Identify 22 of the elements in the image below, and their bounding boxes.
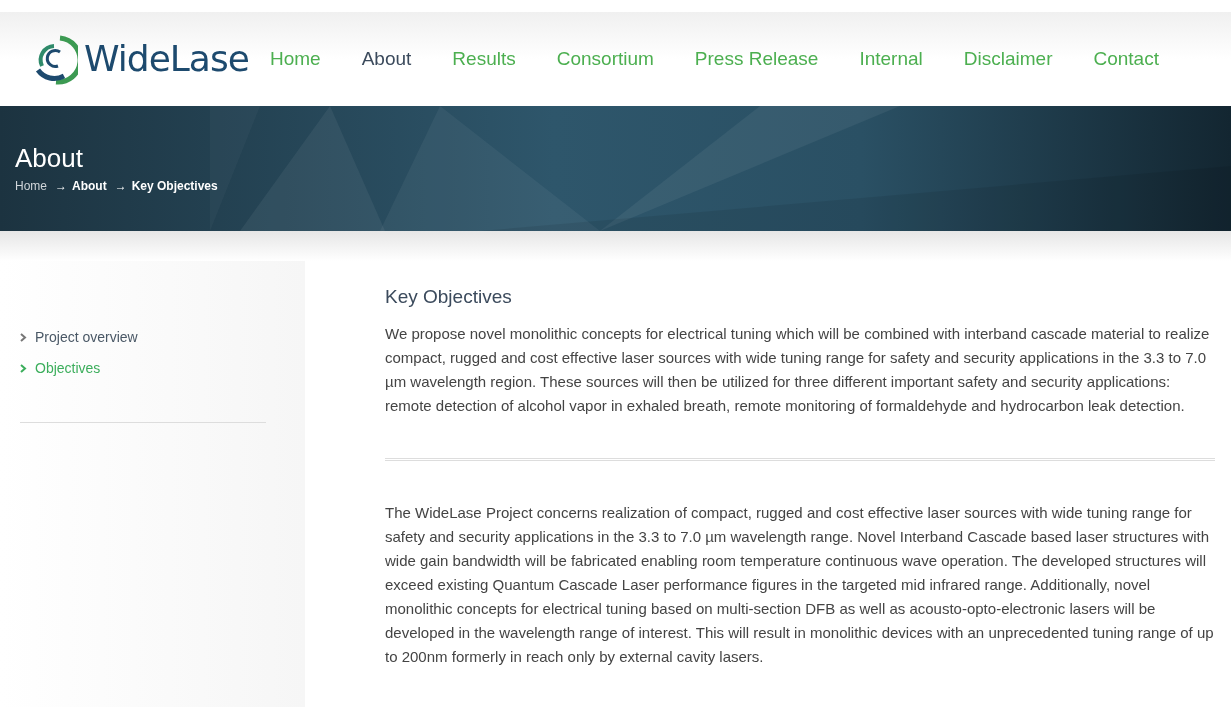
nav-link[interactable]: Consortium — [556, 44, 654, 74]
sidebar-item[interactable]: Project overview — [20, 327, 305, 348]
nav-link[interactable]: About — [361, 44, 412, 74]
content-heading: Key Objectives — [385, 285, 513, 309]
breadcrumb-separator: → — [114, 178, 127, 195]
nav-link[interactable]: Disclaimer — [963, 44, 1053, 74]
logo-text: WideLase — [84, 37, 249, 81]
page-title: About — [15, 142, 84, 174]
sidebar-item[interactable]: Objectives — [20, 358, 305, 379]
breadcrumb-link[interactable]: Home — [15, 177, 47, 195]
nav-link[interactable]: Contact — [1093, 44, 1159, 74]
nav-link[interactable]: Press Release — [694, 44, 819, 74]
chevron-right-icon — [20, 333, 27, 342]
nav-link[interactable]: Internal — [859, 44, 923, 74]
body-paragraph: The WideLase Project concerns realization of compact, rugged and cost effective laser sources with wide tuning range for safety and security applications in the 3.3 to 7.0 µm wavelength range. Novel Interband Cascade based laser structures with wide gain bandwidth will be fabricated enabling room temperature continuous wave operation. The developed structures will exceed existing Quantum Cascade Laser performance figures in the targeted mid infrared range. Additionally, novel monolithic concepts for electrical tuning based on multi-section DFB as well as acousto-opto-electronic lasers will be developed in the wavelength range of interest. This will result in monolithic devices with an unprecedented tuning range of up to 200nm formerly in reach only by external cavity lasers. — [385, 502, 1215, 667]
chevron-right-icon — [20, 364, 27, 373]
body-paragraph: We propose novel monolithic concepts for electrical tuning which will be combined with interband cascade material to realize compact, rugged and cost effective laser sources with wide tuning range for safety and security applications in the 3.3 to 7.0 µm wavelength region. These sources will then be utilized for three different important safety and security applications: remote detection of alcohol vapor in exhaled breath, remote monitoring of formaldehyde and hydrocarbon leak detection. — [385, 323, 1211, 416]
breadcrumb-link[interactable]: Key Objectives — [131, 177, 218, 195]
nav-link[interactable]: Results — [452, 44, 516, 74]
nav-link[interactable]: Home — [270, 44, 321, 74]
breadcrumb-link[interactable]: About — [72, 177, 107, 195]
breadcrumb-separator: → — [55, 178, 67, 195]
